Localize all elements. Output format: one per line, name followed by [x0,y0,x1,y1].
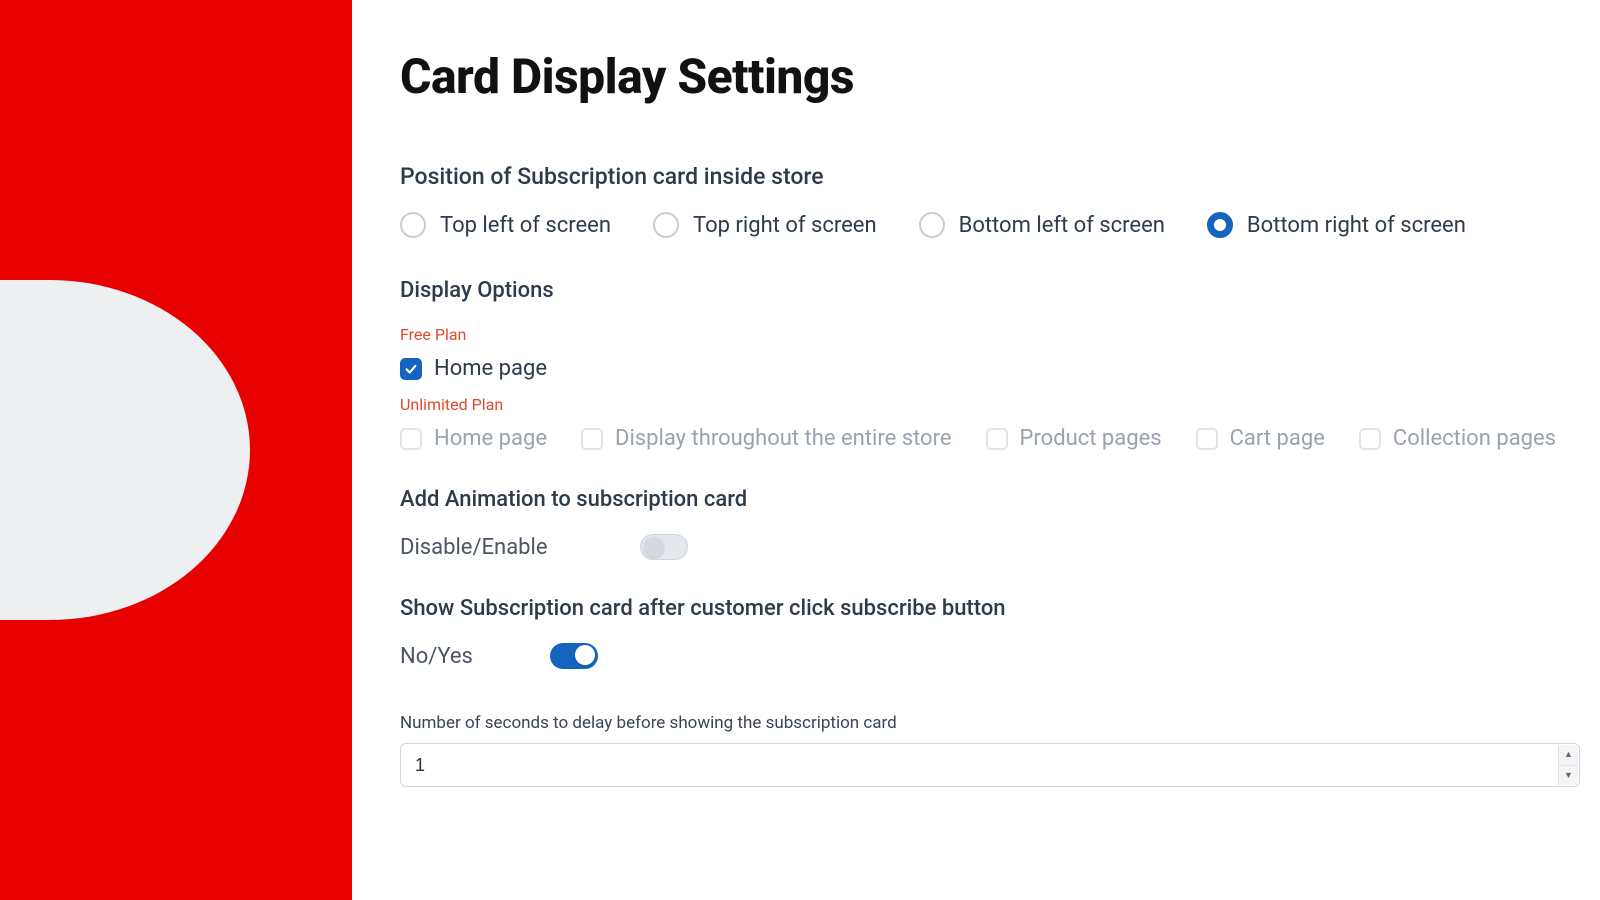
radio-icon [653,212,679,238]
checkbox-label: Collection pages [1393,426,1556,451]
main-content: Card Display Settings Position of Subscr… [352,0,1600,900]
show-after-toggle-label: No/Yes [400,644,490,669]
display-options-heading: Display Options [400,278,1580,303]
free-plan-checkbox-row: Home page [400,356,1580,381]
show-after-toggle[interactable] [550,643,598,669]
radio-icon [1207,212,1233,238]
radio-icon [919,212,945,238]
animation-toggle-label: Disable/Enable [400,535,550,560]
radio-label: Bottom left of screen [959,213,1165,238]
spinner-controls: ▲ ▼ [1558,745,1578,785]
sidebar-brand-panel [0,0,352,900]
unlimited-plan-label: Unlimited Plan [400,395,1580,414]
free-plan-label: Free Plan [400,325,1580,344]
delay-input[interactable] [400,743,1580,787]
checkbox-home-page-unlimited[interactable]: Home page [400,426,547,451]
spinner-up-button[interactable]: ▲ [1558,745,1578,766]
checkbox-icon [400,358,422,380]
radio-bottom-left[interactable]: Bottom left of screen [919,212,1165,238]
radio-icon [400,212,426,238]
radio-label: Top right of screen [693,213,877,238]
radio-top-right[interactable]: Top right of screen [653,212,877,238]
checkbox-product-pages[interactable]: Product pages [986,426,1162,451]
checkbox-icon [581,428,603,450]
animation-toggle[interactable] [640,534,688,560]
toggle-knob-icon [575,645,595,665]
checkbox-label: Home page [434,356,547,381]
checkbox-icon [1359,428,1381,450]
animation-section: Add Animation to subscription card Disab… [400,487,1580,560]
animation-heading: Add Animation to subscription card [400,487,1580,512]
checkbox-label: Display throughout the entire store [615,426,952,451]
checkbox-icon [986,428,1008,450]
radio-top-left[interactable]: Top left of screen [400,212,611,238]
delay-label: Number of seconds to delay before showin… [400,713,1580,733]
checkbox-collection-pages[interactable]: Collection pages [1359,426,1556,451]
unlimited-plan-checkbox-row: Home page Display throughout the entire … [400,426,1580,451]
display-options-section: Display Options Free Plan Home page Unli… [400,278,1580,451]
play-icon [0,280,250,620]
checkbox-label: Cart page [1230,426,1325,451]
position-heading: Position of Subscription card inside sto… [400,163,1580,190]
spinner-down-button[interactable]: ▼ [1558,766,1578,786]
checkbox-label: Home page [434,426,547,451]
toggle-knob-icon [644,537,664,557]
radio-label: Bottom right of screen [1247,213,1466,238]
position-section: Position of Subscription card inside sto… [400,163,1580,238]
checkbox-cart-page[interactable]: Cart page [1196,426,1325,451]
checkbox-home-page-free[interactable]: Home page [400,356,547,381]
checkbox-icon [1196,428,1218,450]
position-radio-group: Top left of screen Top right of screen B… [400,212,1580,238]
checkbox-label: Product pages [1020,426,1162,451]
show-after-subscribe-section: Show Subscription card after customer cl… [400,596,1580,669]
checkbox-icon [400,428,422,450]
checkbox-entire-store[interactable]: Display throughout the entire store [581,426,952,451]
radio-bottom-right[interactable]: Bottom right of screen [1207,212,1466,238]
page-title: Card Display Settings [400,48,1580,105]
show-after-heading: Show Subscription card after customer cl… [400,596,1580,621]
delay-input-wrapper: ▲ ▼ [400,743,1580,787]
radio-label: Top left of screen [440,213,611,238]
